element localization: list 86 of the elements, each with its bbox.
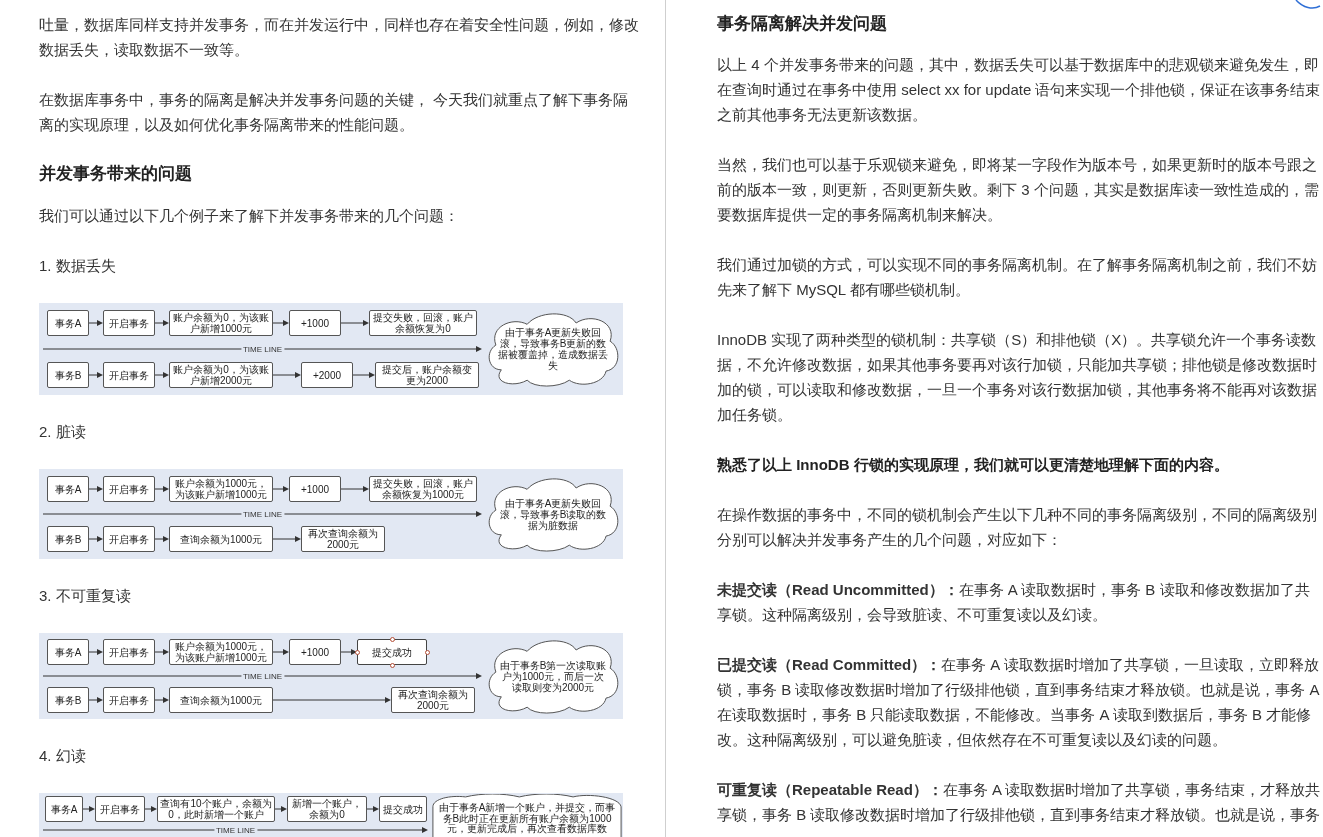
list-item-title: 4. 幻读 xyxy=(39,746,86,766)
flow-node: 账户余额为0，为该账户新增1000元 xyxy=(169,310,273,336)
flow-arrow xyxy=(341,648,357,656)
flow-node: 账户余额为1000元，为该账户新增1000元 xyxy=(169,476,273,502)
selection-handle-icon[interactable] xyxy=(389,662,395,668)
flow-node: 事务A xyxy=(47,476,89,502)
flow-node: +2000 xyxy=(301,362,353,388)
selection-handle-icon[interactable] xyxy=(354,649,360,655)
flow-node: 开启事务 xyxy=(95,796,145,822)
flow-arrow xyxy=(273,371,301,379)
flow-node: 事务B xyxy=(47,526,89,552)
body-paragraph: 在数据库事务中，事务的隔离是解决并发事务问题的关键， 今天我们就重点了解下事务隔离的实现原理，以及如何优化事务隔离带来的性能问题。 xyxy=(39,90,630,135)
flow-arrow xyxy=(89,319,103,327)
body-paragraph: 在操作数据的事务中，不同的锁机制会产生以下几种不同的事务隔离级别，不同的隔离级别分别可以解决并发事务产生的几个问题，对应如下： xyxy=(717,505,1318,550)
flow-node: 查询有10个账户，余额为0，此时新增一个账户 xyxy=(157,796,275,822)
flow-arrow xyxy=(155,371,169,379)
flow-node: +1000 xyxy=(289,476,341,502)
body-paragraph: 熟悉了以上 InnoDB 行锁的实现原理，我们就可以更清楚地理解下面的内容。 xyxy=(717,455,1230,475)
flow-node: 事务A xyxy=(47,639,89,665)
flow-arrow xyxy=(341,485,369,493)
flow-node: 开启事务 xyxy=(103,639,155,665)
flow-node: 开启事务 xyxy=(103,476,155,502)
flow-node: 提交失败，回滚，账户余额恢复为0 xyxy=(369,310,477,336)
flow-arrow xyxy=(273,648,289,656)
flow-arrow xyxy=(89,648,103,656)
body-paragraph: 当然，我们也可以基于乐观锁来避免，即将某一字段作为版本号，如果更新时的版本号跟之前的版本一致，则更新，否则更新失败。剩下 3 个问题，其实是数据库读一致性造成的，需要数据库提供一定的事务隔离机制来解决。 xyxy=(717,155,1320,225)
flow-node: 开启事务 xyxy=(103,362,155,388)
flow-arrow xyxy=(155,696,169,704)
flow-arrow xyxy=(155,535,169,543)
flow-arrow xyxy=(89,485,103,493)
flow-node: 事务A xyxy=(47,310,89,336)
flow-arrow xyxy=(83,805,95,813)
flow-arrow xyxy=(155,648,169,656)
timeline-label: TIME LINE xyxy=(240,344,285,354)
flow-node: +1000 xyxy=(289,310,341,336)
flow-arrow xyxy=(155,485,169,493)
flow-node: 事务B xyxy=(47,687,89,713)
selection-handle-icon[interactable] xyxy=(389,636,395,642)
flow-arrow xyxy=(353,371,375,379)
flow-arrow xyxy=(273,535,301,543)
body-paragraph: 以上 4 个并发事务带来的问题，其中，数据丢失可以基于数据库中的悲观锁来避免发生，即在查询时通过在事务中使用 select xx for update 语句来实现一个排他锁，保证在该事务结束之前其他事务无法更新该数据。 xyxy=(717,55,1322,125)
list-item-title: 2. 脏读 xyxy=(39,422,86,442)
list-item-title: 3. 不可重复读 xyxy=(39,586,131,606)
flow-arrow xyxy=(273,319,289,327)
body-paragraph: 可重复读（Repeatable Read）：在事务 A 读取数据时增加了共享锁，事务结束，才释放共享锁，事务 B 读取修改数据时增加了行级排他锁，直到事务结束才释放锁。也就是说，事务 xyxy=(717,780,1322,825)
body-paragraph: 未提交读（Read Uncommitted）：在事务 A 读取数据时，事务 B 读取和修改数据加了共享锁。这种隔离级别，会导致脏读、不可重复读以及幻读。 xyxy=(717,580,1311,625)
flow-node: 账户余额为1000元，为该账户新增1000元 xyxy=(169,639,273,665)
flow-arrow xyxy=(89,535,103,543)
flow-arrow xyxy=(273,485,289,493)
flow-node: 新增一个账户，余额为0 xyxy=(287,796,367,822)
flow-arrow xyxy=(155,319,169,327)
flow-arrow xyxy=(341,319,369,327)
flow-node: 提交失败，回滚，账户余额恢复为1000元 xyxy=(369,476,477,502)
flow-node: 事务A xyxy=(45,796,83,822)
timeline-label: TIME LINE xyxy=(240,509,285,519)
body-paragraph: 我们可以通过以下几个例子来了解下并发事务带来的几个问题： xyxy=(39,206,460,226)
flow-arrow xyxy=(89,696,103,704)
flow-node: 查询余额为1000元 xyxy=(169,526,273,552)
body-paragraph: 已提交读（Read Committed）：在事务 A 读取数据时增加了共享锁，一旦读取，立即释放锁，事务 B 读取修改数据时增加了行级排他锁，直到事务结束才释放锁。也就是说，事务 A 在读取数据时，事务 B 只能读取数据，不能修改。当事务 A 读取到数据后，事务 B 才能修改。这种隔离级别，可以避免脏读，但依然存在不可重复读以及幻读的问题。 xyxy=(717,655,1321,750)
flow-arrow xyxy=(367,805,379,813)
flow-arrow xyxy=(275,805,287,813)
timeline-label: TIME LINE xyxy=(213,825,258,835)
flow-node: 提交成功 xyxy=(379,796,427,822)
flow-node: 提交后，账户余额变更为2000 xyxy=(375,362,479,388)
flow-node: 开启事务 xyxy=(103,687,155,713)
cloud-note: 由于事务A新增一个账户，并提交，而事务B此时正在更新所有账户余额为1000元，更新完成后，再次查看数据库数 xyxy=(431,794,623,837)
section-heading: 事务隔离解决并发问题 xyxy=(717,13,887,35)
flow-node: 开启事务 xyxy=(103,526,155,552)
body-paragraph: InnoDB 实现了两种类型的锁机制：共享锁（S）和排他锁（X）。共享锁允许一个事务读数据，不允许修改数据，如果其他事务要再对该行加锁，只能加共享锁；排他锁是修改数据时加的锁，可以读取和修改数据，一旦一个事务对该行数据加锁，其他事务将不能再对该数据加任务锁。 xyxy=(717,330,1318,425)
body-paragraph: 我们通过加锁的方式，可以实现不同的事务隔离机制。在了解事务隔离机制之前，我们不妨先来了解下 MySQL 都有哪些锁机制。 xyxy=(717,255,1318,300)
flow-node: +1000 xyxy=(289,639,341,665)
list-item-title: 1. 数据丢失 xyxy=(39,256,116,276)
flow-node: 开启事务 xyxy=(103,310,155,336)
flow-node: 再次查询余额为2000元 xyxy=(391,687,475,713)
flow-node: 查询余额为1000元 xyxy=(169,687,273,713)
corner-arc-icon xyxy=(1295,0,1321,10)
flow-node: 账户余额为0，为该账户新增2000元 xyxy=(169,362,273,388)
section-heading: 并发事务带来的问题 xyxy=(39,163,192,185)
flow-node: 提交成功 xyxy=(357,639,427,665)
flow-arrow xyxy=(145,805,157,813)
flow-arrow xyxy=(89,371,103,379)
selection-handle-icon[interactable] xyxy=(424,649,430,655)
timeline-label: TIME LINE xyxy=(240,671,285,681)
flow-node: 再次查询余额为2000元 xyxy=(301,526,385,552)
flow-node: 事务B xyxy=(47,362,89,388)
body-paragraph: 吐量，数据库同样支持并发事务，而在并发运行中，同样也存在着安全性问题，例如，修改数据丢失，读取数据不一致等。 xyxy=(39,15,639,60)
